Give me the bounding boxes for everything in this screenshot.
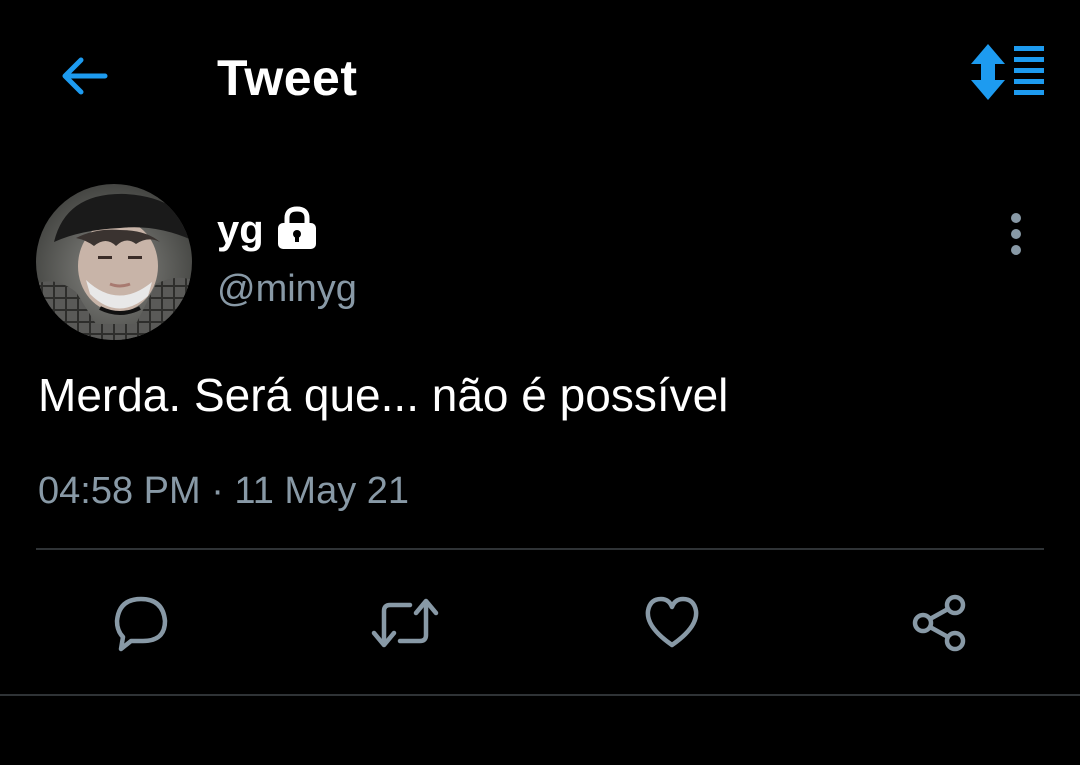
- heart-icon: [642, 593, 702, 658]
- divider: [36, 548, 1044, 550]
- share-button[interactable]: [904, 590, 974, 660]
- reply-button[interactable]: [106, 590, 176, 660]
- reply-icon: [111, 593, 171, 658]
- sort-arrows-icon: [968, 42, 1048, 107]
- like-button[interactable]: [637, 590, 707, 660]
- display-name[interactable]: yg: [217, 208, 264, 253]
- avatar[interactable]: [36, 184, 192, 340]
- back-button[interactable]: [52, 46, 116, 110]
- display-name-row: yg: [217, 200, 320, 260]
- share-icon: [909, 593, 969, 658]
- sort-replies-button[interactable]: [966, 42, 1050, 106]
- retweet-icon: [370, 593, 440, 658]
- tweet-detail-screen: Tweet yg @minyg Merda. Será que... não é…: [0, 0, 1080, 765]
- tweet-timestamp: 04:58 PM · 11 May 21: [38, 470, 410, 512]
- user-handle[interactable]: @minyg: [217, 268, 357, 311]
- retweet-button[interactable]: [370, 590, 440, 660]
- more-options-button[interactable]: [996, 208, 1036, 264]
- lock-icon: [274, 205, 320, 256]
- divider: [0, 694, 1080, 696]
- arrow-left-icon: [57, 49, 111, 108]
- tweet-text: Merda. Será que... não é possível: [38, 369, 729, 421]
- more-vertical-icon: [1008, 212, 1024, 261]
- page-title: Tweet: [217, 50, 358, 106]
